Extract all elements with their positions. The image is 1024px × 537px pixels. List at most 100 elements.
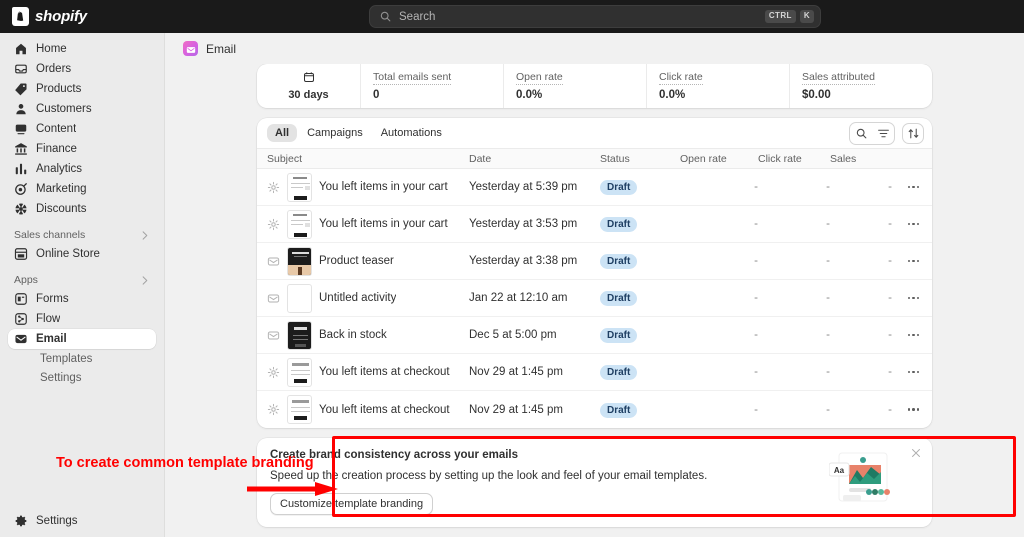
row-date: Jan 22 at 12:10 am <box>469 292 568 304</box>
tab-automations[interactable]: Automations <box>373 124 450 142</box>
table-row[interactable]: You left items in your cart Yesterday at… <box>257 206 932 243</box>
close-icon[interactable] <box>910 447 922 459</box>
row-date: Dec 5 at 5:00 pm <box>469 329 557 341</box>
sidebar-section-apps[interactable]: Apps <box>14 274 150 286</box>
marketing-target-icon <box>14 182 28 196</box>
table-row[interactable]: Untitled activity Jan 22 at 12:10 am Dra… <box>257 280 932 317</box>
table-row[interactable]: You left items in your cart Yesterday at… <box>257 169 932 206</box>
more-actions-icon[interactable] <box>905 182 923 193</box>
date-range-label: 30 days <box>288 89 329 101</box>
sidebar-item-orders[interactable]: Orders <box>8 59 156 79</box>
shopify-admin-window: shopify Search CTRL K Home Orders Produc… <box>0 0 1024 537</box>
sidebar-item-discounts[interactable]: Discounts <box>8 199 156 219</box>
sidebar-item-products[interactable]: Products <box>8 79 156 99</box>
more-actions-icon[interactable] <box>905 330 923 341</box>
annotation-arrow-icon <box>245 481 340 497</box>
more-actions-icon[interactable] <box>905 367 923 378</box>
sidebar-item-analytics[interactable]: Analytics <box>8 159 156 179</box>
table-row[interactable]: Back in stock Dec 5 at 5:00 pm Draft - -… <box>257 317 932 354</box>
search-icon <box>379 10 392 23</box>
sidebar-item-forms[interactable]: Forms <box>8 289 156 309</box>
sidebar-label: Home <box>36 43 67 55</box>
stat-label: Total emails sent <box>373 71 452 85</box>
more-actions-icon[interactable] <box>905 293 923 304</box>
sidebar-subitem-settings[interactable]: Settings <box>8 368 156 387</box>
row-sales: - <box>888 292 892 304</box>
email-thumbnail <box>287 246 312 276</box>
sidebar-item-finance[interactable]: Finance <box>8 139 156 159</box>
row-sales: - <box>888 329 892 341</box>
table-filter-button[interactable] <box>872 123 894 144</box>
email-app-icon <box>183 41 198 56</box>
stat-value: 0.0% <box>659 89 686 101</box>
search-shortcut: CTRL K <box>764 10 814 23</box>
table-row[interactable]: You left items at checkout Nov 29 at 1:4… <box>257 354 932 391</box>
search-placeholder: Search <box>399 10 436 23</box>
section-label: Apps <box>14 274 38 286</box>
row-subject: You left items in your cart <box>319 181 448 193</box>
home-icon <box>14 42 28 56</box>
gear-icon <box>267 403 280 416</box>
orders-icon <box>14 62 28 76</box>
products-tag-icon <box>14 82 28 96</box>
row-subject: Untitled activity <box>319 292 397 304</box>
row-open-rate: - <box>754 181 758 193</box>
sidebar-item-marketing[interactable]: Marketing <box>8 179 156 199</box>
status-badge: Draft <box>600 291 638 306</box>
tab-campaigns[interactable]: Campaigns <box>299 124 371 142</box>
sidebar-item-flow[interactable]: Flow <box>8 309 156 329</box>
shopify-wordmark: shopify <box>35 8 87 25</box>
more-actions-icon[interactable] <box>905 256 923 267</box>
email-template-illustration: Aa <box>828 451 891 503</box>
row-date: Yesterday at 5:39 pm <box>469 181 578 193</box>
sidebar-label: Discounts <box>36 203 87 215</box>
chevron-right-icon <box>139 275 150 286</box>
row-subject: You left items at checkout <box>319 403 450 416</box>
stat-label: Open rate <box>516 71 563 85</box>
column-header-open-rate: Open rate <box>680 152 727 165</box>
shopify-bag-icon <box>12 7 29 26</box>
customers-person-icon <box>14 102 28 116</box>
sidebar-item-online-store[interactable]: Online Store <box>8 244 156 264</box>
calendar-icon <box>303 71 315 83</box>
status-badge: Draft <box>600 217 638 232</box>
status-badge: Draft <box>600 254 638 269</box>
sidebar-subitem-templates[interactable]: Templates <box>8 349 156 368</box>
table-sort-button[interactable] <box>902 122 924 144</box>
more-actions-icon[interactable] <box>905 404 923 415</box>
stat-total-emails-sent: Total emails sent 0 <box>360 64 503 108</box>
promo-description: Speed up the creation process by setting… <box>270 470 708 482</box>
branding-promo-banner: Create brand consistency across your ema… <box>257 438 932 527</box>
sidebar-sublabel: Settings <box>40 371 82 384</box>
row-subject: Product teaser <box>319 255 394 267</box>
row-open-rate: - <box>754 329 758 341</box>
sidebar-item-customers[interactable]: Customers <box>8 99 156 119</box>
table-search-button[interactable] <box>850 123 872 144</box>
column-header-date: Date <box>469 152 492 165</box>
chevron-right-icon <box>139 230 150 241</box>
more-actions-icon[interactable] <box>905 219 923 230</box>
sidebar-item-content[interactable]: Content <box>8 119 156 139</box>
stat-value: 0 <box>373 89 380 101</box>
forms-icon <box>14 292 28 306</box>
global-search[interactable]: Search CTRL K <box>369 5 821 28</box>
envelope-icon <box>267 255 280 268</box>
discounts-icon <box>14 202 28 216</box>
date-range-selector[interactable]: 30 days <box>257 64 360 108</box>
sidebar-item-home[interactable]: Home <box>8 39 156 59</box>
tab-all[interactable]: All <box>267 124 298 142</box>
sidebar-item-settings[interactable]: Settings <box>8 511 156 531</box>
row-date: Yesterday at 3:53 pm <box>469 218 578 230</box>
status-badge: Draft <box>600 180 638 195</box>
sidebar-section-sales-channels[interactable]: Sales channels <box>14 229 150 241</box>
shopify-logo[interactable]: shopify <box>0 7 360 26</box>
sidebar-item-email[interactable]: Email <box>8 329 156 349</box>
sort-icon <box>907 127 920 140</box>
row-open-rate: - <box>754 292 758 304</box>
row-date: Nov 29 at 1:45 pm <box>469 403 563 416</box>
table-row[interactable]: You left items at checkout Nov 29 at 1:4… <box>257 391 932 428</box>
email-stats-card: 30 days Total emails sent 0 Open rate 0.… <box>257 64 932 108</box>
sidebar-label: Finance <box>36 143 77 155</box>
column-header-click-rate: Click rate <box>758 152 802 165</box>
table-row[interactable]: Product teaser Yesterday at 3:38 pm Draf… <box>257 243 932 280</box>
